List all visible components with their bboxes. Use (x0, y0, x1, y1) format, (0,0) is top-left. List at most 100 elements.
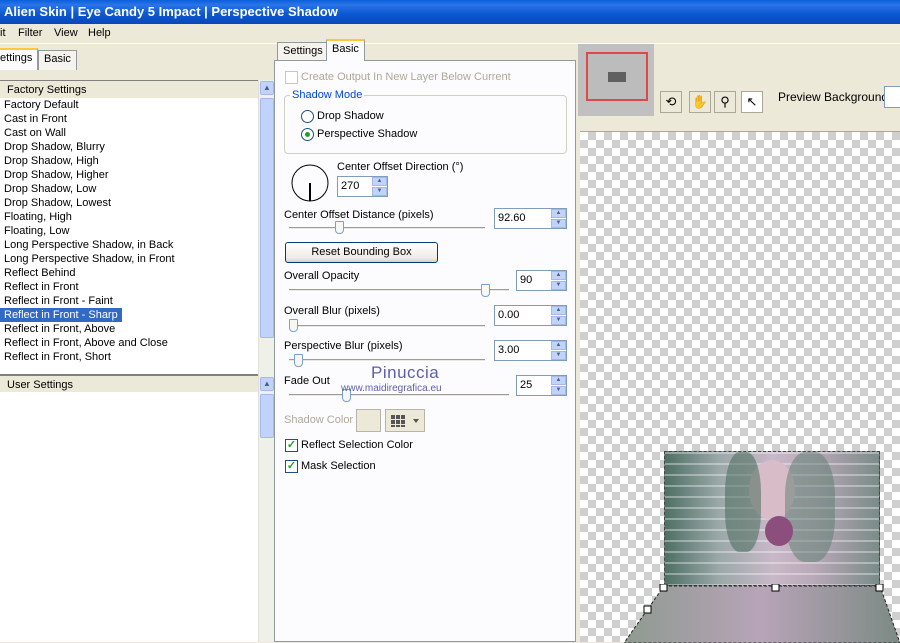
center-offset-distance-thumb[interactable] (335, 221, 344, 234)
overall-opacity-thumb[interactable] (481, 284, 490, 297)
overall-opacity-track[interactable] (289, 289, 509, 292)
fade-out-input[interactable]: 25 ▲ ▼ (516, 375, 567, 396)
shadow-color-swatch[interactable] (356, 409, 381, 432)
spin-up-icon[interactable]: ▲ (372, 177, 387, 186)
scroll-thumb[interactable] (260, 98, 274, 338)
navigate-icon[interactable]: ⟲ (660, 91, 682, 113)
perspective-shadow-radio[interactable] (301, 128, 314, 141)
perspective-shadow-label: Perspective Shadow (317, 128, 418, 140)
direction-dial[interactable] (289, 162, 331, 204)
list-item[interactable]: Reflect in Front - Faint (0, 294, 258, 308)
tab-settings-left[interactable]: ettings (0, 48, 39, 70)
preview-canvas[interactable] (580, 131, 900, 643)
portrait-hair-left (725, 452, 761, 552)
middle-panel: Settings Basic Create Output In New Laye… (274, 39, 578, 642)
factory-list-scrollbar[interactable]: ▲ ▼ (258, 80, 274, 406)
list-item-selected[interactable]: Reflect in Front - Sharp (0, 308, 122, 322)
list-item[interactable]: Reflect in Front, Above and Close (0, 336, 258, 350)
spin-down-icon[interactable]: ▼ (551, 219, 566, 228)
overall-blur-thumb[interactable] (289, 319, 298, 332)
portrait-flower (765, 516, 793, 546)
shadow-mode-title: Shadow Mode (290, 89, 365, 101)
center-offset-distance-value: 92.60 (498, 212, 526, 224)
shadow-mode-group: Shadow Mode Drop Shadow Perspective Shad… (284, 89, 567, 154)
list-item[interactable]: Drop Shadow, Low (0, 182, 258, 196)
menu-bar: it Filter View Help (0, 24, 900, 44)
spin-up-icon[interactable]: ▲ (551, 341, 566, 350)
spin-down-icon[interactable]: ▼ (551, 351, 566, 360)
center-offset-distance-input[interactable]: 92.60 ▲ ▼ (494, 208, 567, 229)
center-offset-direction-input[interactable]: 270 ▲ ▼ (337, 176, 388, 197)
preview-background-dropdown[interactable] (884, 86, 900, 108)
hand-icon[interactable]: ✋ (689, 91, 711, 113)
perspective-blur-thumb[interactable] (294, 354, 303, 367)
list-item[interactable]: Drop Shadow, Higher (0, 168, 258, 182)
list-item[interactable]: Long Perspective Shadow, in Front (0, 252, 258, 266)
fade-out-track[interactable] (289, 394, 509, 397)
user-settings-header: User Settings (0, 374, 258, 392)
list-item[interactable]: Reflect in Front, Short (0, 350, 258, 364)
mask-selection-checkbox[interactable]: ✓ (285, 460, 298, 473)
list-item[interactable]: Factory Default (0, 98, 258, 112)
tab-settings[interactable]: Settings (277, 42, 329, 62)
list-item[interactable]: Reflect in Front (0, 280, 258, 294)
spin-up-icon[interactable]: ▲ (551, 306, 566, 315)
scroll-up-icon[interactable]: ▲ (260, 377, 274, 391)
navigator-image (608, 72, 626, 82)
spin-down-icon[interactable]: ▼ (372, 187, 387, 196)
drop-shadow-radio[interactable] (301, 110, 314, 123)
color-palette-dropdown[interactable] (385, 409, 425, 432)
list-item[interactable]: Drop Shadow, Blurry (0, 140, 258, 154)
list-item[interactable]: Cast on Wall (0, 126, 258, 140)
spin-down-icon[interactable]: ▼ (551, 386, 566, 395)
scroll-thumb[interactable] (260, 394, 274, 438)
menu-filter[interactable]: Filter (18, 27, 42, 39)
spin-down-icon[interactable]: ▼ (551, 281, 566, 290)
list-item[interactable]: Floating, Low (0, 224, 258, 238)
overall-opacity-input[interactable]: 90 ▲ ▼ (516, 270, 567, 291)
overall-blur-track[interactable] (289, 325, 485, 328)
spin-up-icon[interactable]: ▲ (551, 271, 566, 280)
spin-down-icon[interactable]: ▼ (551, 316, 566, 325)
perspective-blur-value: 3.00 (498, 344, 520, 356)
preview-background-label: Preview Background: (778, 90, 892, 104)
menu-edit[interactable]: it (0, 27, 6, 39)
shadow-color-label: Shadow Color (284, 414, 354, 426)
list-item[interactable]: Reflect in Front, Above (0, 322, 258, 336)
navigator-thumbnail[interactable] (578, 44, 654, 116)
reflect-selection-color-checkbox[interactable]: ✓ (285, 439, 298, 452)
perspective-blur-track[interactable] (289, 359, 485, 362)
right-panel: ⟲ ✋ ⚲ ↖ Preview Background: (578, 44, 900, 643)
perspective-blur-input[interactable]: 3.00 ▲ ▼ (494, 340, 567, 361)
navigator-view-rect[interactable] (586, 52, 648, 101)
list-item[interactable]: Drop Shadow, High (0, 154, 258, 168)
fade-out-label: Fade Out (284, 375, 330, 387)
factory-presets-list: Factory Default Cast in Front Cast on Wa… (0, 98, 258, 406)
list-item[interactable]: Floating, High (0, 210, 258, 224)
center-offset-distance-track[interactable] (289, 227, 485, 230)
list-item[interactable]: Long Perspective Shadow, in Back (0, 238, 258, 252)
spin-up-icon[interactable]: ▲ (551, 376, 566, 385)
list-item[interactable]: Cast in Front (0, 112, 258, 126)
reflect-selection-color-label: Reflect Selection Color (301, 439, 413, 451)
drop-shadow-label: Drop Shadow (317, 110, 384, 122)
pointer-icon[interactable]: ↖ (741, 91, 763, 113)
tab-basic-left[interactable]: Basic (38, 50, 77, 70)
reflection-shadow (624, 584, 900, 643)
user-list-scrollbar[interactable]: ▲ (258, 374, 274, 642)
menu-help[interactable]: Help (88, 27, 111, 39)
create-output-checkbox[interactable] (285, 71, 298, 84)
reset-bounding-box-button[interactable]: Reset Bounding Box (285, 242, 438, 263)
scroll-up-icon[interactable]: ▲ (260, 81, 274, 95)
center-offset-direction-value: 270 (341, 180, 360, 192)
overall-opacity-value: 90 (520, 274, 533, 286)
spin-up-icon[interactable]: ▲ (551, 209, 566, 218)
zoom-icon[interactable]: ⚲ (714, 91, 736, 113)
overall-blur-input[interactable]: 0.00 ▲ ▼ (494, 305, 567, 326)
menu-view[interactable]: View (54, 27, 78, 39)
left-panel: ettings Basic Factory Settings Factory D… (0, 44, 274, 642)
list-item[interactable]: Drop Shadow, Lowest (0, 196, 258, 210)
tab-basic[interactable]: Basic (326, 39, 365, 61)
list-item[interactable]: Reflect Behind (0, 266, 258, 280)
factory-settings-header: Factory Settings (0, 80, 274, 98)
